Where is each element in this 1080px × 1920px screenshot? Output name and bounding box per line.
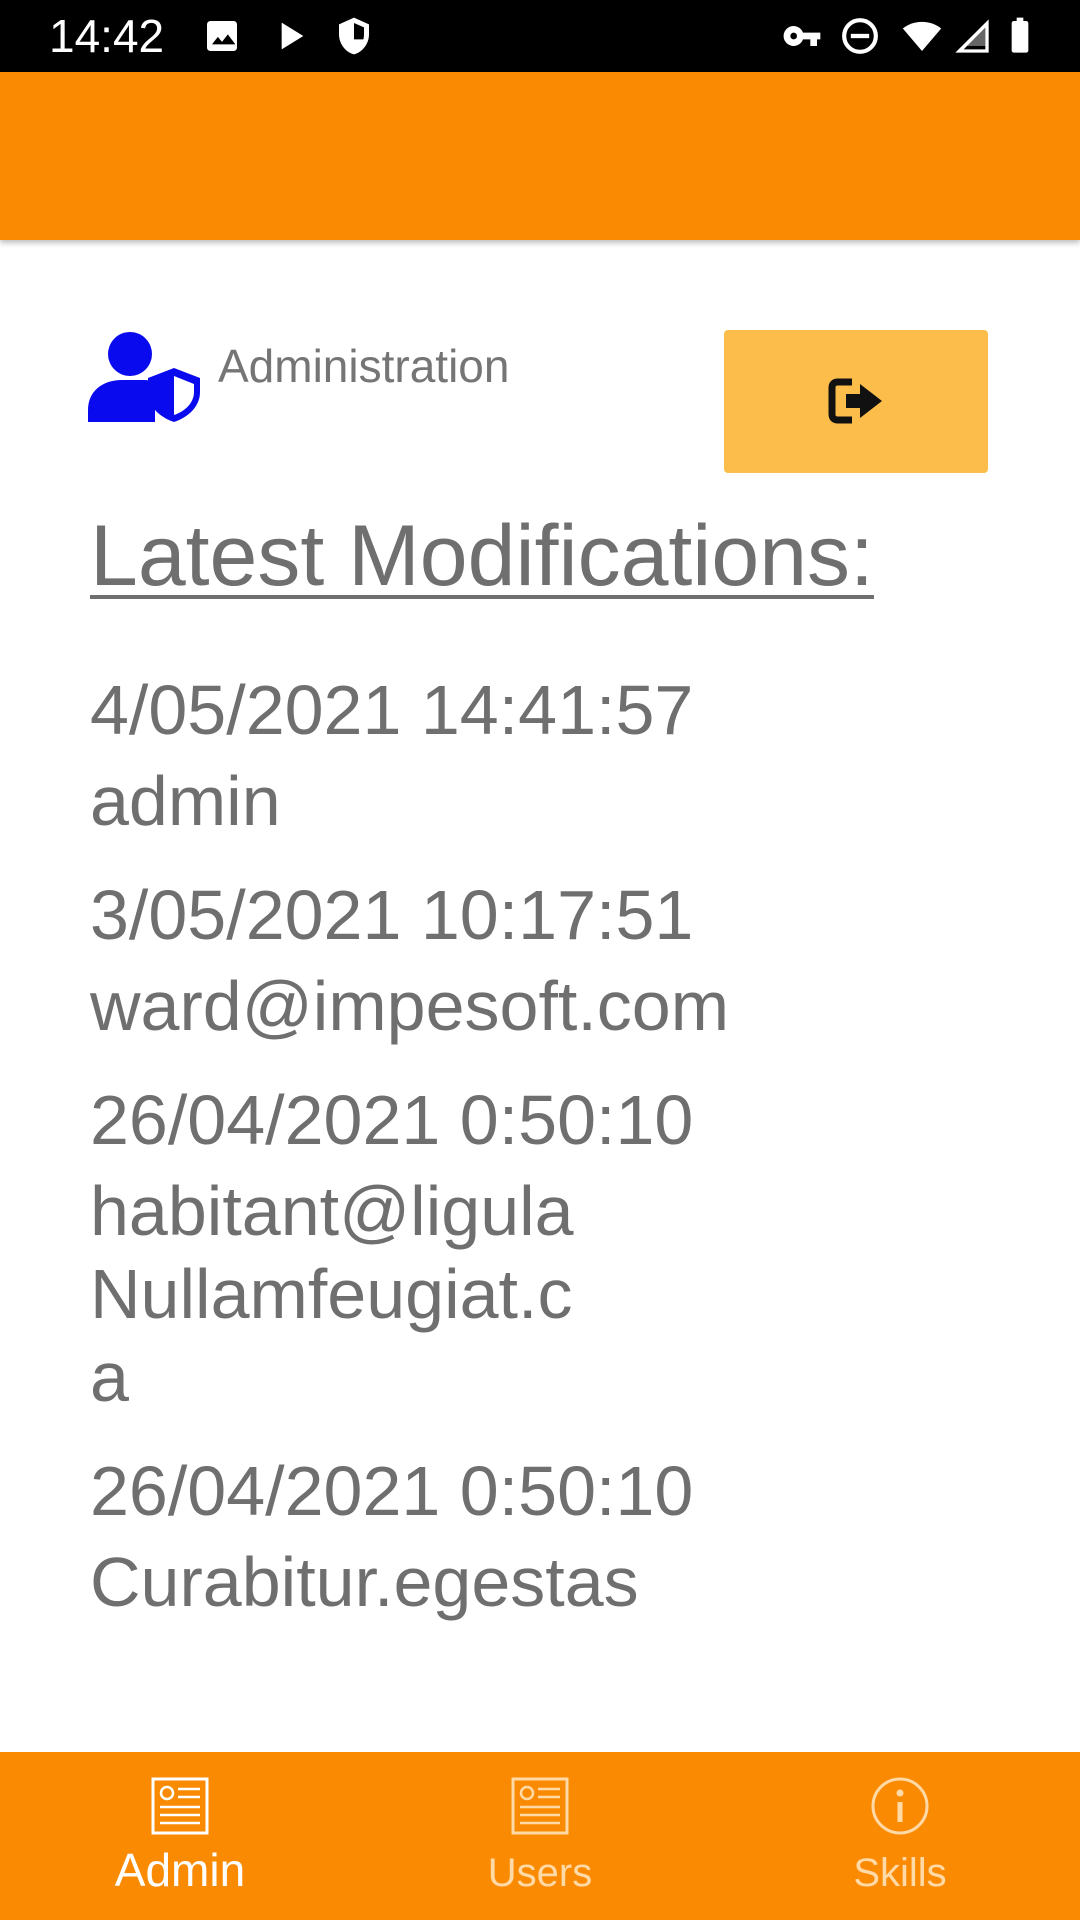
wifi-icon: [902, 16, 942, 56]
list-item: 26/04/2021 0:50:10 Curabitur.egestas: [90, 1441, 990, 1624]
status-bar: 14:42: [0, 0, 1080, 72]
modification-date: 26/04/2021 0:50:10: [90, 1452, 694, 1530]
app-bar: [0, 72, 1080, 240]
signal-icon: [952, 16, 992, 56]
logout-button[interactable]: [724, 330, 988, 473]
user-shield-icon: [88, 330, 200, 422]
key-icon: [782, 16, 822, 56]
list-item: 4/05/2021 14:41:57 admin: [90, 660, 990, 843]
nav-label: Skills: [853, 1851, 947, 1895]
list-item: 26/04/2021 0:50:10 habitant@ligulaNullam…: [90, 1070, 990, 1419]
info-icon: [870, 1776, 930, 1836]
battery-icon: [1000, 16, 1040, 56]
modification-user: Curabitur.egestas: [90, 1543, 639, 1621]
modification-user: ward@impesoft.com: [90, 967, 730, 1045]
do-not-disturb-icon: [840, 16, 880, 56]
play-icon: [270, 16, 310, 56]
nav-label: Users: [487, 1851, 593, 1895]
newspaper-icon: [510, 1776, 570, 1836]
nav-item-skills[interactable]: Skills: [790, 1752, 1010, 1920]
list-item: 3/05/2021 10:17:51 ward@impesoft.com: [90, 865, 990, 1048]
image-icon: [202, 16, 242, 56]
sign-out-icon: [828, 378, 882, 424]
newspaper-icon: [150, 1776, 210, 1836]
section-title: Latest Modifications:: [90, 508, 874, 604]
status-time: 14:42: [49, 10, 165, 62]
modification-date: 26/04/2021 0:50:10: [90, 1081, 694, 1159]
modification-date: 4/05/2021 14:41:57: [90, 671, 694, 749]
modification-date: 3/05/2021 10:17:51: [90, 876, 694, 954]
admin-label: Administration: [218, 340, 510, 392]
nav-item-users[interactable]: Users: [430, 1752, 650, 1920]
modification-user: habitant@ligulaNullamfeugiat.ca: [90, 1172, 574, 1416]
bottom-nav: Admin Users Skills: [0, 1752, 1080, 1920]
modification-user: admin: [90, 762, 281, 840]
shield-icon: [334, 16, 374, 56]
modifications-list[interactable]: 4/05/2021 14:41:57 admin 3/05/2021 10:17…: [90, 660, 990, 1660]
nav-item-admin[interactable]: Admin: [70, 1752, 290, 1920]
nav-label: Admin: [114, 1844, 246, 1896]
